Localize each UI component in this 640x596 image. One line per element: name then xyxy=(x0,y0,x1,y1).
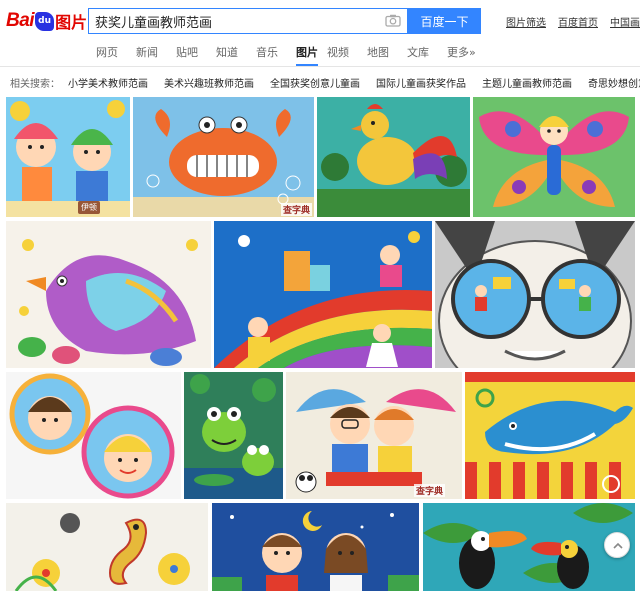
tab-news[interactable]: 新闻 xyxy=(136,42,167,66)
tab-tieba[interactable]: 贴吧 xyxy=(176,42,207,66)
result-image-rooster[interactable] xyxy=(317,97,470,217)
result-image-rainbow-kids[interactable] xyxy=(214,221,432,368)
watermark: 查字典 xyxy=(281,203,313,216)
result-image-kids-windows[interactable] xyxy=(6,372,181,499)
link-baidu-home[interactable]: 百度首页 xyxy=(558,14,598,29)
tab-map[interactable]: 地图 xyxy=(367,42,398,66)
link-chinese-painting[interactable]: 中国画 xyxy=(610,14,640,29)
link-image-filter[interactable]: 图片筛选 xyxy=(506,14,546,29)
search-input[interactable] xyxy=(89,9,379,33)
related-item[interactable]: 美术兴趣班教师范画 xyxy=(164,75,254,90)
search-button[interactable]: 百度一下 xyxy=(408,8,481,34)
related-item[interactable]: 奇思妙想创意儿 xyxy=(588,75,640,90)
result-image-patterned-bird[interactable] xyxy=(6,221,211,368)
result-image-crab[interactable]: 查字典 xyxy=(133,97,314,217)
tab-more[interactable]: 更多» xyxy=(447,42,485,66)
related-item[interactable]: 主题儿童画教师范画 xyxy=(482,75,572,90)
camera-icon[interactable] xyxy=(385,14,401,27)
search-box xyxy=(88,8,408,34)
watermark: 伊顿 xyxy=(78,201,100,214)
tab-images[interactable]: 图片 xyxy=(296,42,318,66)
related-item[interactable]: 全国获奖创意儿童画 xyxy=(270,75,360,90)
top-links: 图片筛选 百度首页 中国画 xyxy=(506,14,640,29)
header: Bai du 图片 百度一下 图片筛选 百度首页 中国画 xyxy=(0,0,640,40)
scroll-top-icon xyxy=(613,542,623,549)
related-item[interactable]: 小学美术教师范画 xyxy=(68,75,148,90)
logo-image-text: 图片 xyxy=(55,13,88,32)
nav-divider xyxy=(0,66,640,67)
result-image-boy-girl-night[interactable] xyxy=(212,503,419,591)
watermark: 查字典 xyxy=(414,484,446,497)
tab-music[interactable]: 音乐 xyxy=(256,42,287,66)
tab-web[interactable]: 网页 xyxy=(96,42,127,66)
related-searches: 相关搜索： 小学美术教师范画 美术兴趣班教师范画 全国获奖创意儿童画 国际儿童画… xyxy=(0,70,640,94)
tab-zhidao[interactable]: 知道 xyxy=(216,42,247,66)
tab-video[interactable]: 视频 xyxy=(327,42,358,66)
scroll-top-button[interactable] xyxy=(604,532,630,558)
result-image-butterfly-girl[interactable] xyxy=(473,97,635,217)
baidu-image-logo[interactable]: Bai du 图片 xyxy=(6,8,87,34)
result-image-frogs[interactable] xyxy=(184,372,283,499)
result-image-kids-hats[interactable]: 伊顿 xyxy=(6,97,130,217)
result-image-couple-hats[interactable]: 查字典 xyxy=(286,372,462,499)
logo-paw-icon: du xyxy=(35,11,55,31)
tab-wenku[interactable]: 文库 xyxy=(407,42,438,66)
logo-bai-text: Bai xyxy=(6,10,35,31)
nav-tabs: 网页 新闻 贴吧 知道 音乐 图片 视频 地图 文库 更多» xyxy=(0,42,640,66)
result-image-seahorse[interactable] xyxy=(6,503,208,591)
related-item[interactable]: 国际儿童画获奖作品 xyxy=(376,75,466,90)
result-image-glasses-face[interactable] xyxy=(435,221,635,368)
result-image-whale[interactable] xyxy=(465,372,635,499)
related-label: 相关搜索： xyxy=(10,78,60,90)
